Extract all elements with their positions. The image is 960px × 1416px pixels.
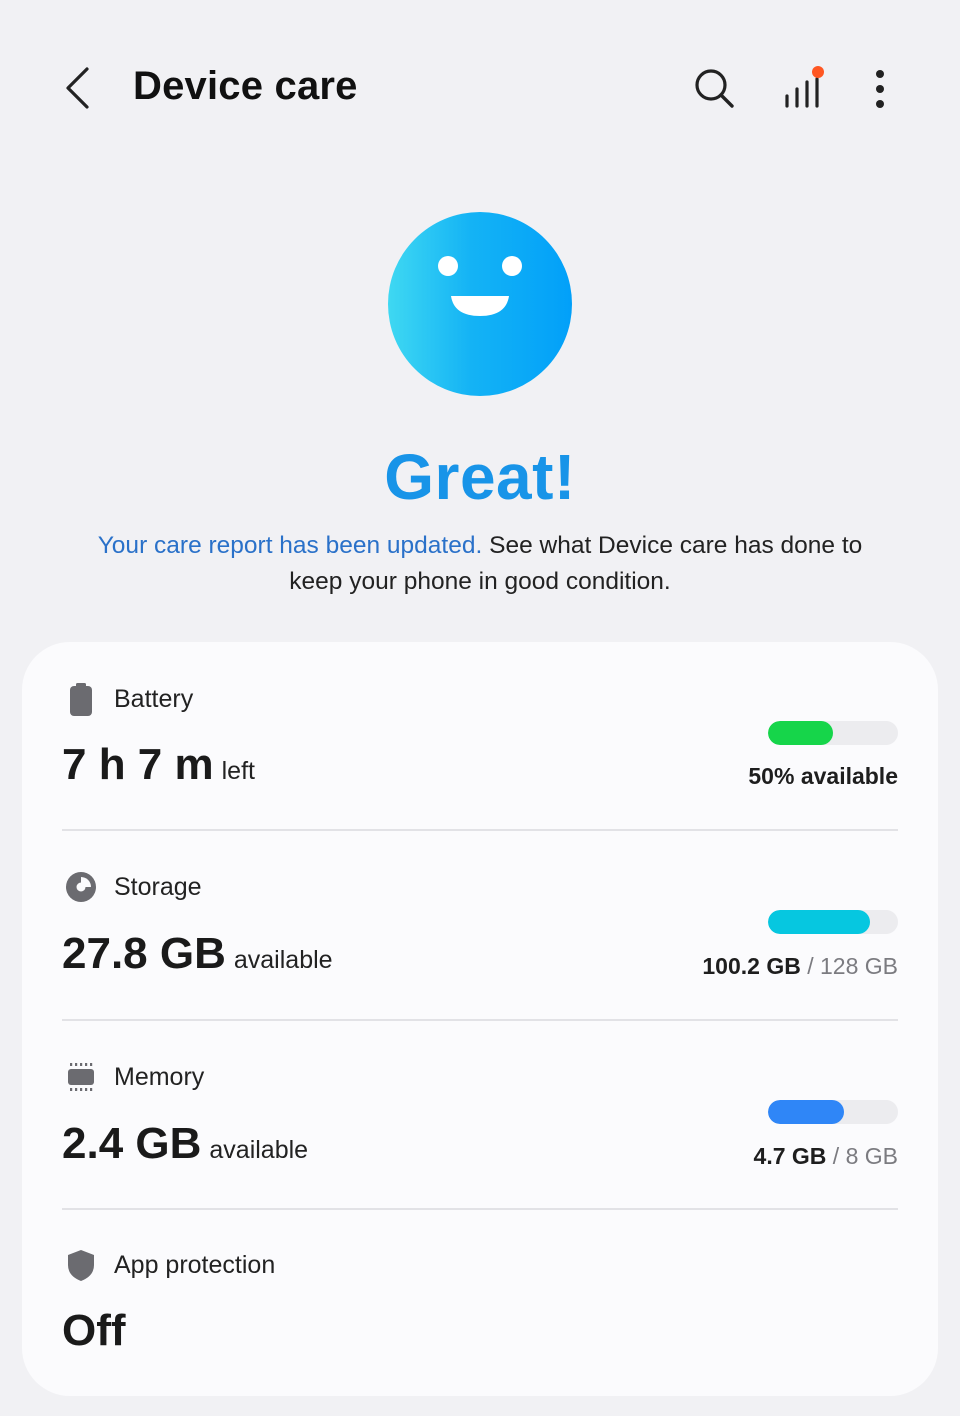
search-icon [695,69,734,108]
storage-row[interactable]: Storage 27.8 GB available 100.2 GB / 128 … [22,831,938,1019]
app-protection-value: Off [62,1306,126,1355]
status-face [388,212,572,396]
battery-icon [62,680,100,718]
storage-total: 128 GB [820,953,898,979]
back-button[interactable] [56,60,106,116]
memory-progress-fill [768,1100,845,1124]
battery-header: Battery [62,680,193,718]
storage-label: Storage [114,872,202,901]
more-options-button[interactable] [862,64,898,114]
battery-time-left: 7 h 7 m [62,740,214,789]
usage-stats-button[interactable] [778,62,828,112]
app-protection-row[interactable]: App protection Off [22,1210,938,1396]
storage-progress-fill [768,910,870,934]
battery-row[interactable]: Battery 7 h 7 m left 50% available [22,642,938,830]
memory-separator: / [826,1143,846,1169]
status-label: Great! [384,441,576,513]
storage-separator: / [800,953,820,979]
more-vertical-icon [876,70,884,108]
status-description: Your care report has been updated. See w… [70,528,890,600]
storage-used: 100.2 GB [702,953,801,979]
battery-value: 7 h 7 m left [62,740,255,790]
memory-row[interactable]: Memory 2.4 GB available 4.7 GB / 8 GB [22,1021,938,1209]
battery-progress-fill [768,721,833,745]
memory-label: Memory [114,1062,205,1091]
storage-value: 27.8 GB available [62,929,333,979]
memory-suffix: available [209,1136,309,1164]
app-protection-header: App protection [62,1246,275,1284]
memory-header: Memory [62,1058,204,1096]
storage-progress-bar [768,910,898,934]
memory-used: 4.7 GB [753,1143,827,1169]
app-protection-label: App protection [114,1250,276,1279]
battery-available-text: 50% available [748,763,898,790]
device-care-card: Battery 7 h 7 m left 50% available Storag… [22,642,938,1396]
chevron-left-icon [66,67,89,109]
memory-available-amount: 2.4 GB [62,1119,202,1168]
memory-total: 8 GB [845,1143,898,1169]
battery-progress-bar [768,721,898,745]
storage-available-amount: 27.8 GB [62,929,226,978]
care-report-link[interactable]: Your care report has been updated. [98,532,483,559]
storage-suffix: available [233,946,333,974]
bar-chart-icon [785,66,824,108]
battery-suffix: left [221,757,255,785]
top-app-bar: Device care [0,0,960,180]
battery-percent: 50% available [748,763,898,789]
shield-icon [62,1246,100,1284]
storage-header: Storage [62,868,202,906]
memory-usage-text: 4.7 GB / 8 GB [754,1143,898,1170]
notification-dot [812,66,824,78]
search-button[interactable] [690,64,740,114]
memory-chip-icon [62,1058,100,1096]
smiley-face-icon [438,256,522,316]
page-title: Device care [133,64,358,108]
memory-value: 2.4 GB available [62,1119,308,1169]
storage-usage-text: 100.2 GB / 128 GB [702,953,898,980]
memory-progress-bar [768,1100,898,1124]
battery-label: Battery [114,684,194,713]
pie-chart-icon [62,868,100,906]
